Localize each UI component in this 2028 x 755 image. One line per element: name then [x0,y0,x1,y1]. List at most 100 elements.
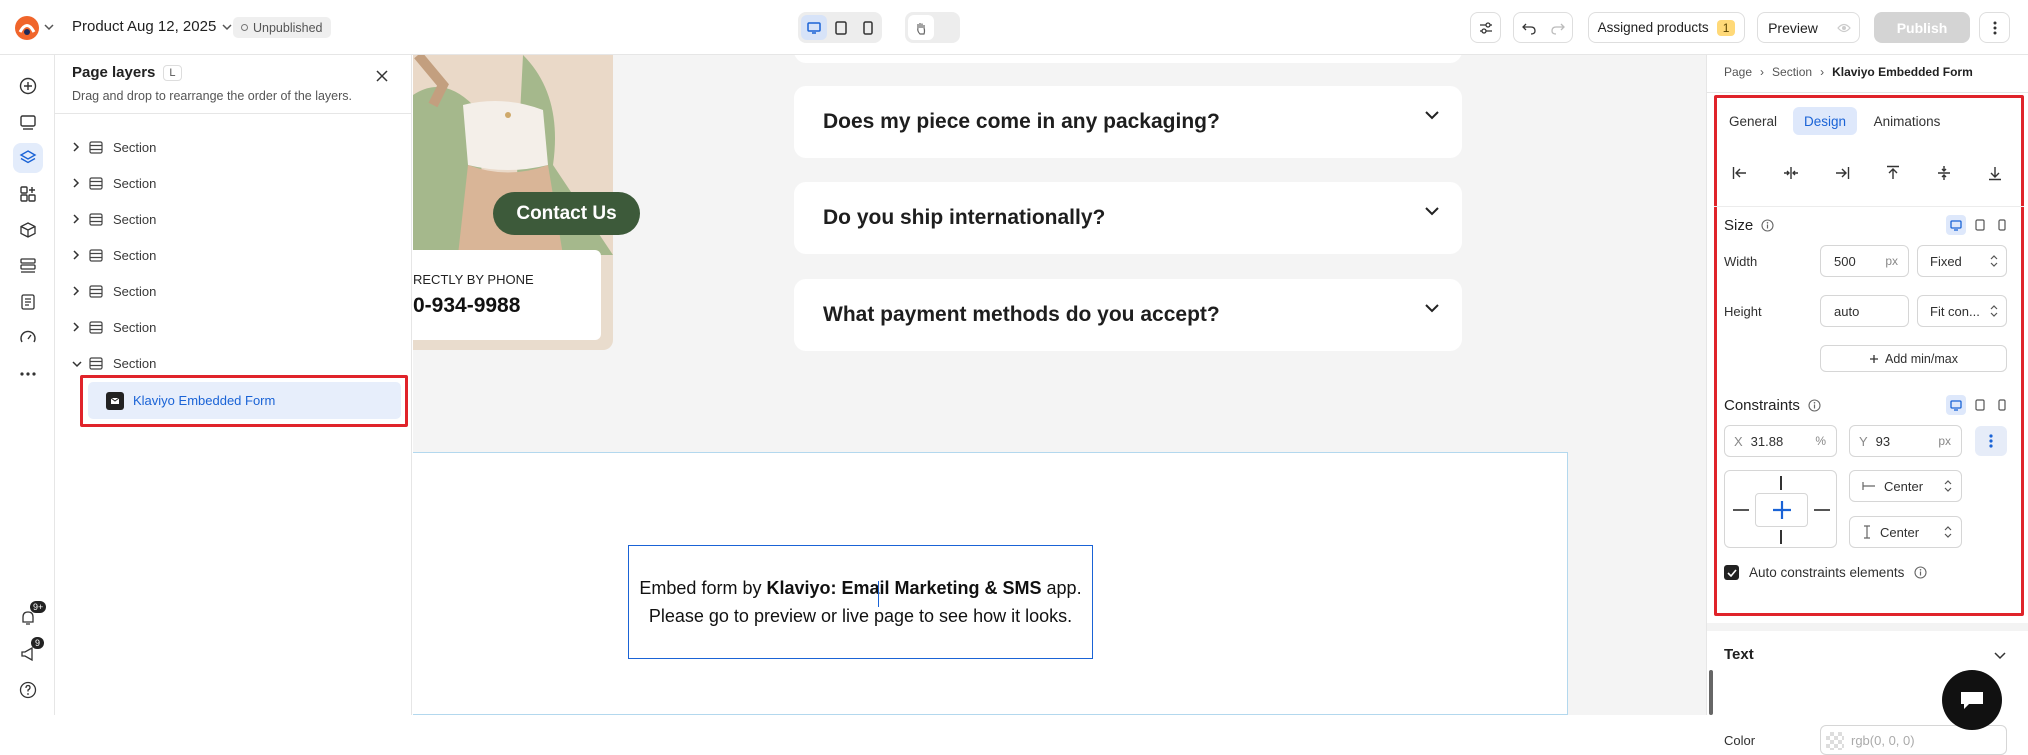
layers-button[interactable] [13,143,43,173]
chevron-down-icon[interactable] [1424,206,1440,216]
layer-row[interactable]: Section [55,273,412,309]
faq-question: What payment methods do you accept? [823,303,1220,326]
faq-item[interactable]: Do you ship internationally? [794,182,1462,254]
constraints-more-button[interactable] [1975,426,2007,456]
help-button[interactable] [13,675,43,705]
text-section-divider [1707,623,2028,631]
align-center-h-button[interactable] [1778,160,1804,186]
gauge-icon [20,330,36,343]
add-element-button[interactable] [13,71,43,101]
faq-item[interactable]: What payment methods do you accept? [794,279,1462,351]
plus-circle-icon [19,77,37,95]
interaction-mode-toggle[interactable] [905,12,960,43]
constraints-desktop-toggle[interactable] [1946,395,1966,415]
color-input[interactable]: rgb(0, 0, 0) [1820,725,2007,755]
horizontal-constraint-select[interactable]: Center [1849,470,1962,502]
add-minmax-button[interactable]: Add min/max [1820,345,2007,372]
preview-button[interactable]: Preview [1758,13,1828,42]
apps-button[interactable] [13,179,43,209]
page-sections-button[interactable] [13,251,43,281]
constraints-tablet-toggle[interactable] [1970,395,1990,415]
constraint-widget[interactable] [1724,470,1837,548]
size-mobile-toggle[interactable] [1992,215,2012,235]
editor-canvas[interactable]: RECTLY BY PHONE 0-934-9988 Contact Us Do… [413,55,1706,715]
constraint-right-line[interactable] [1814,509,1830,511]
expand-caret-icon[interactable] [72,248,80,263]
tab-animations[interactable]: Animations [1867,107,1947,135]
size-tablet-toggle[interactable] [1970,215,1990,235]
align-left-button[interactable] [1727,160,1753,186]
layer-row[interactable]: Section [55,237,412,273]
height-input[interactable]: auto [1820,295,1909,327]
klaviyo-embed-box[interactable]: Embed form by Klaviyo: Email Marketing &… [628,545,1093,659]
layer-row[interactable]: Section [55,201,412,237]
auto-constraints-checkbox[interactable] [1724,565,1739,580]
vertical-constraint-select[interactable]: Center [1849,516,1962,548]
layer-row[interactable]: Section [55,165,412,201]
chevron-down-icon[interactable] [1424,303,1440,313]
assigned-products-button[interactable]: Assigned products 1 [1588,12,1745,43]
align-center-horizontal-icon [1784,167,1798,179]
redo-button[interactable] [1544,14,1572,42]
width-mode-select[interactable]: Fixed [1917,245,2007,277]
panel-scrollbar[interactable] [1709,670,1713,715]
logo-menu-chevron-icon[interactable] [42,20,56,34]
align-right-button[interactable] [1829,160,1855,186]
faq-item[interactable]: Does my piece come in any packaging? [794,86,1462,158]
size-desktop-toggle[interactable] [1946,215,1966,235]
constraint-left-line[interactable] [1733,509,1749,511]
chat-launcher-button[interactable] [1942,670,2002,730]
layer-row[interactable]: Section [55,129,412,165]
expand-caret-icon[interactable] [72,320,80,335]
info-icon[interactable] [1761,219,1774,232]
tab-design[interactable]: Design [1793,107,1857,135]
info-icon[interactable] [1808,399,1821,412]
constraint-center-box[interactable] [1755,493,1808,527]
info-icon[interactable] [1914,566,1927,579]
sections-button[interactable] [13,107,43,137]
live-view-button[interactable] [1829,13,1859,42]
more-menu-button[interactable] [1979,12,2010,43]
constraint-bottom-line[interactable] [1780,530,1782,544]
close-layers-button[interactable] [372,66,392,86]
align-bottom-button[interactable] [1982,160,2008,186]
collapse-caret-icon[interactable] [72,356,82,371]
align-top-button[interactable] [1880,160,1906,186]
desktop-view-button[interactable] [801,15,827,40]
undo-button[interactable] [1515,14,1543,42]
app-logo[interactable] [14,15,40,41]
expand-caret-icon[interactable] [72,176,80,191]
embed-app-name[interactable]: Klaviyo: Email Marketing & SMS [766,578,1041,598]
contact-us-button[interactable]: Contact Us [493,192,640,235]
width-input[interactable]: 500 px [1820,245,1909,277]
constraints-mobile-toggle[interactable] [1992,395,2012,415]
y-position-input[interactable]: Y 93 px [1849,425,1962,457]
color-swatch[interactable] [1826,732,1844,750]
settings-button[interactable] [1470,12,1501,43]
constraint-top-line[interactable] [1780,476,1782,490]
tab-general[interactable]: General [1725,107,1781,135]
text-section-header[interactable]: Text [1707,637,2028,673]
tablet-view-button[interactable] [828,15,854,40]
height-mode-select[interactable]: Fit con... [1917,295,2007,327]
chevron-down-icon[interactable] [1424,110,1440,120]
layer-row-klaviyo-form[interactable]: Klaviyo Embedded Form [88,382,401,419]
publish-button[interactable]: Publish [1874,12,1970,43]
pages-button[interactable] [13,287,43,317]
layer-row[interactable]: Section [55,309,412,345]
mobile-view-button[interactable] [855,15,881,40]
announcements-button[interactable]: 9 [13,637,45,669]
align-center-v-button[interactable] [1931,160,1957,186]
product-title[interactable]: Product Aug 12, 2025 [72,18,232,35]
expand-caret-icon[interactable] [72,284,80,299]
performance-button[interactable] [13,323,43,353]
more-tools-button[interactable] [13,359,43,389]
breadcrumb-page[interactable]: Page [1724,65,1752,79]
expand-caret-icon[interactable] [72,212,80,227]
breadcrumb-section[interactable]: Section [1772,65,1812,79]
hand-tool-button[interactable] [908,15,934,40]
theme-button[interactable] [13,215,43,245]
expand-caret-icon[interactable] [72,140,80,155]
x-position-input[interactable]: X 31.88 % [1724,425,1837,457]
notifications-button[interactable]: 9+ [13,601,47,633]
